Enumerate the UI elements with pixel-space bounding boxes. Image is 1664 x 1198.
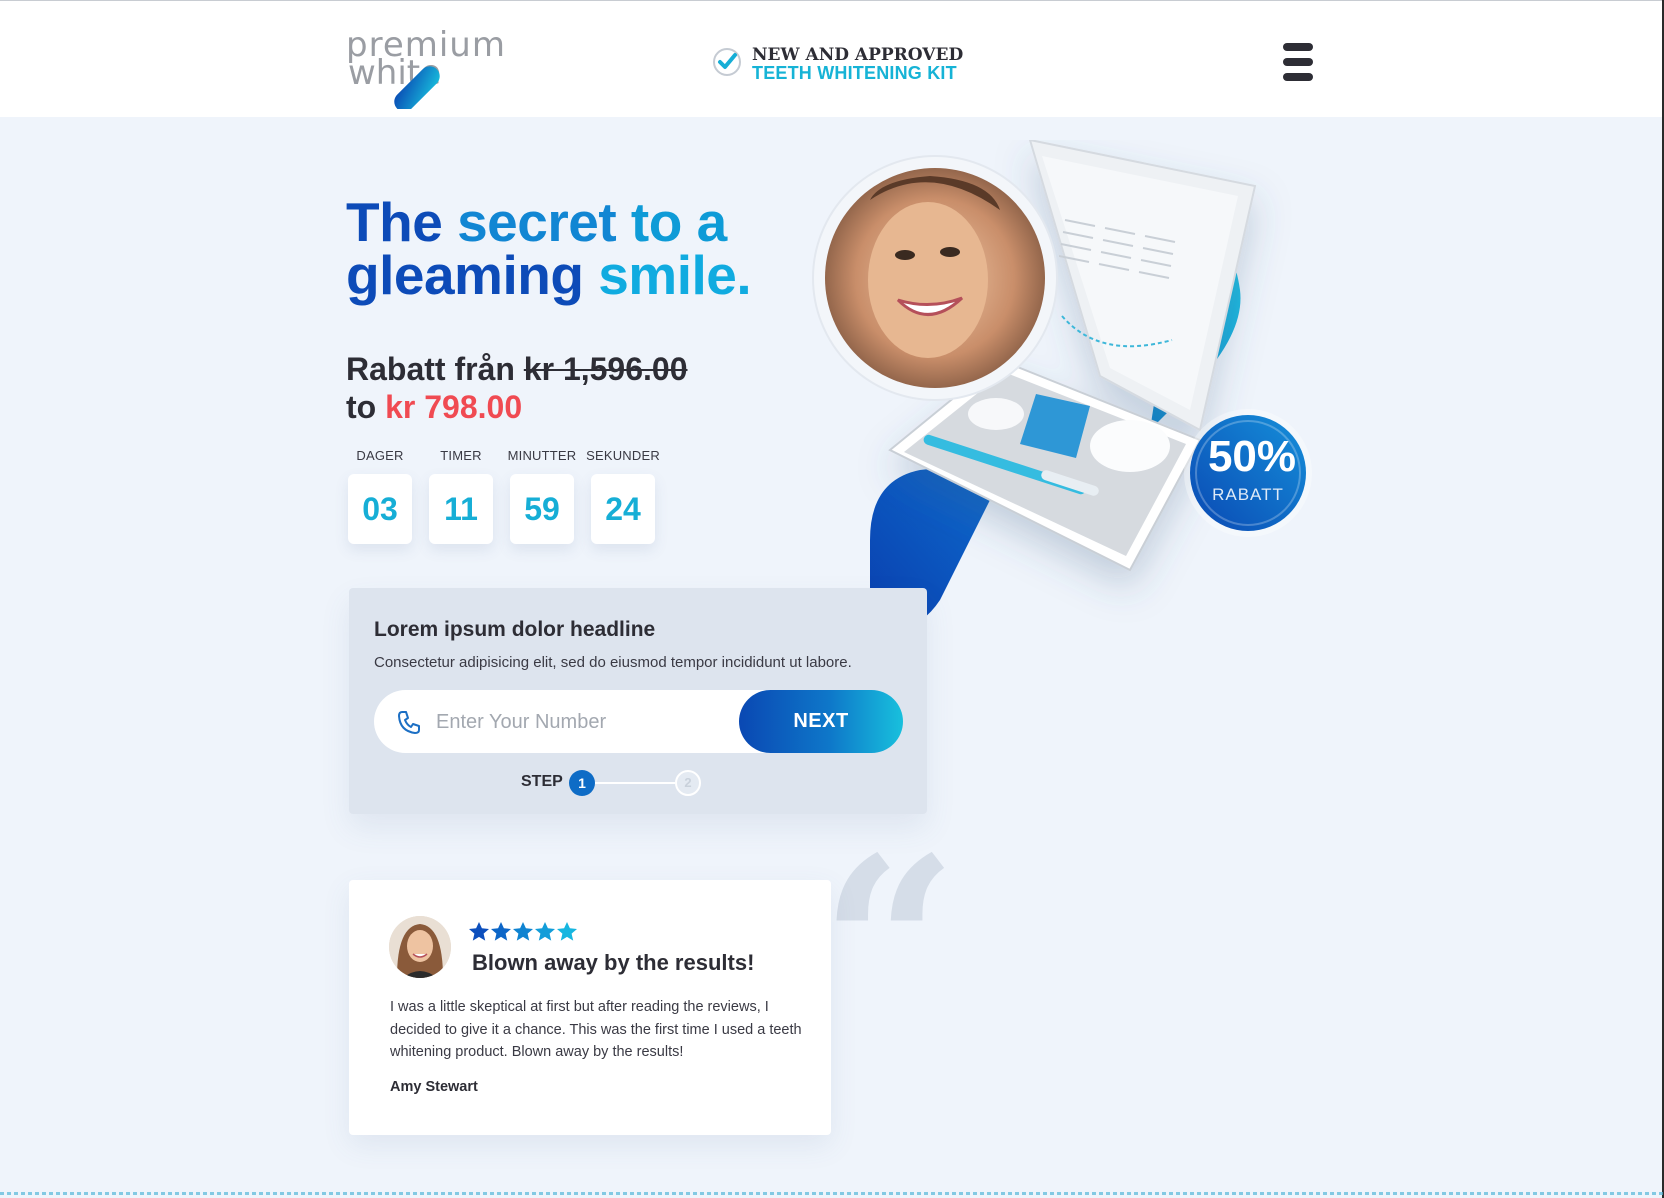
rating-stars (469, 922, 577, 941)
form-subtext: Consectetur adipisicing elit, sed do eiu… (374, 654, 852, 671)
reviewer-avatar (389, 916, 451, 978)
step-label: STEP (521, 773, 563, 790)
approved-line2: TEETH WHITENING KIT (752, 63, 957, 83)
star-icon (469, 922, 489, 941)
model-photo (812, 155, 1058, 401)
phone-input[interactable] (434, 702, 728, 742)
section-divider (0, 1192, 1664, 1195)
old-price: kr 1,596.00 (523, 351, 688, 387)
step-indicator: STEP 1 2 (521, 770, 761, 796)
price-prefix: Rabatt från (346, 351, 524, 387)
star-icon (557, 922, 577, 941)
countdown-value: 24 (591, 474, 655, 544)
star-icon (491, 922, 511, 941)
countdown-label: SEKUNDER (586, 448, 660, 463)
step-1-indicator: 1 (569, 770, 595, 796)
countdown-value: 59 (510, 474, 574, 544)
lead-form: Lorem ipsum dolor headline Consectetur a… (349, 588, 927, 814)
price-connector: to (346, 389, 386, 425)
next-button[interactable]: NEXT (739, 690, 903, 753)
headline-word-gleaming: gleaming (346, 244, 599, 306)
review-body: I was a little skeptical at first but af… (390, 999, 802, 1060)
price-block: Rabatt från kr 1,596.00 to kr 798.00 (346, 350, 688, 426)
toothbrush-pill-icon (394, 66, 440, 109)
header-bar: premium white NEW AND APPROVED TEETH WHI… (0, 0, 1664, 117)
approved-line1: NEW AND APPROVED (752, 45, 964, 65)
quote-mark-icon: “ (820, 805, 959, 1087)
star-icon (535, 922, 555, 941)
countdown-value: 11 (429, 474, 493, 544)
hamburger-menu-icon[interactable] (1283, 43, 1313, 81)
star-icon (513, 922, 533, 941)
phone-icon (398, 711, 420, 734)
testimonial-card: Blown away by the results! I was a littl… (349, 880, 831, 1135)
new-price: kr 798.00 (385, 389, 523, 425)
form-headline: Lorem ipsum dolor headline (374, 618, 656, 641)
hero-headline: The secret to a gleaming smile. (346, 195, 752, 303)
review-title: Blown away by the results! (472, 950, 755, 975)
countdown-value: 03 (348, 474, 412, 544)
discount-label: RABATT (1212, 485, 1284, 504)
checkmark-icon (713, 48, 741, 76)
discount-percent: 50% (1208, 432, 1296, 481)
review-author: Amy Stewart (390, 1079, 478, 1095)
step-connector (595, 782, 675, 784)
discount-badge: 50% RABATT (1184, 409, 1312, 537)
logo[interactable]: premium white (346, 23, 505, 109)
approved-badge: NEW AND APPROVED TEETH WHITENING KIT (712, 45, 972, 85)
headline-word-smile: smile. (598, 244, 752, 306)
step-2-indicator: 2 (675, 770, 701, 796)
